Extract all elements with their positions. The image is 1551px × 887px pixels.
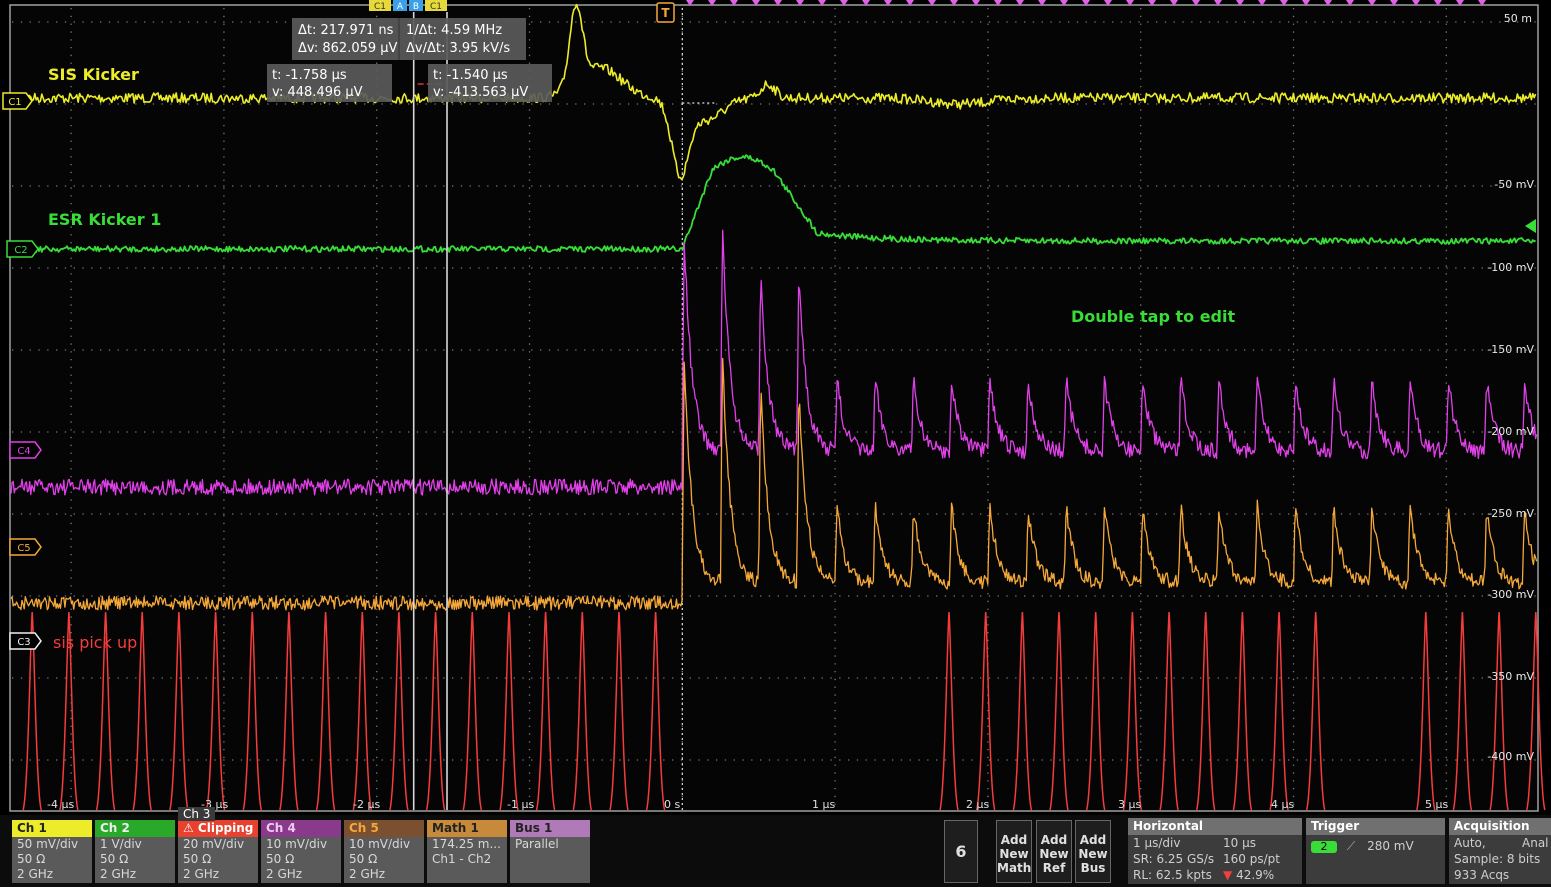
waveform-count-button[interactable]: 6 bbox=[944, 820, 978, 883]
time-label: 0 s bbox=[664, 798, 680, 811]
scale-label: -350 mV bbox=[1487, 670, 1534, 683]
cursor-b-time: t: -1.540 μs bbox=[433, 68, 508, 83]
cursor-tag-b: B bbox=[413, 2, 419, 12]
scale-label: -100 mV bbox=[1487, 261, 1534, 274]
svg-text:C2: C2 bbox=[14, 245, 27, 256]
scale-label: -200 mV bbox=[1487, 425, 1534, 438]
ch1-label[interactable]: SIS Kicker bbox=[48, 65, 139, 84]
ch1-badge[interactable]: Ch 1 50 mV/div 50 Ω2 GHz bbox=[12, 820, 92, 883]
dv-dt-readout: Δv/Δt: 3.95 kV/s bbox=[406, 41, 510, 56]
ch4-badge[interactable]: Ch 4 10 mV/div 50 Ω2 GHz bbox=[261, 820, 341, 883]
trigger-marker-label: T bbox=[661, 6, 670, 20]
waveform-area[interactable] bbox=[9, 4, 1539, 812]
warning-icon: ▼ bbox=[1223, 868, 1233, 882]
bottom-settings-bar: Ch 1 50 mV/div 50 Ω2 GHz Ch 2 1 V/div 50 Ω… bbox=[0, 807, 1551, 887]
oscilloscope-display[interactable]: T C1 A B C1 Δt: 217.971 ns Δv: 862.059 μ… bbox=[0, 0, 1551, 887]
time-label: -4 μs bbox=[47, 798, 74, 811]
edit-hint: Double tap to edit bbox=[1071, 307, 1235, 326]
svg-text:C4: C4 bbox=[17, 446, 30, 457]
scale-label: -50 mV bbox=[1494, 178, 1534, 191]
cursor-tag-c1b: C1 bbox=[430, 2, 442, 12]
svg-text:C5: C5 bbox=[17, 543, 30, 554]
cursor-readout-delta[interactable]: Δt: 217.971 ns Δv: 862.059 μV 1/Δt: 4.59… bbox=[292, 18, 526, 60]
scale-label: -150 mV bbox=[1487, 343, 1534, 356]
cursor-a-time: t: -1.758 μs bbox=[272, 68, 347, 83]
time-label: 3 μs bbox=[1118, 798, 1141, 811]
add-new-ref-button[interactable]: Add New Ref bbox=[1036, 820, 1072, 883]
cursor-a-value: v: 448.496 μV bbox=[272, 85, 363, 100]
cursor-b-value: v: -413.563 μV bbox=[433, 85, 528, 100]
ch2-offset-marker[interactable]: C2 bbox=[6, 240, 39, 258]
cursor-tag-c1a: C1 bbox=[374, 2, 386, 12]
ch5-offset-marker[interactable]: C5 bbox=[9, 538, 42, 556]
bus1-badge[interactable]: Bus 1 Parallel bbox=[510, 820, 590, 883]
time-label: 2 μs bbox=[966, 798, 989, 811]
time-label: 4 μs bbox=[1271, 798, 1294, 811]
trigger-position-marker[interactable]: T bbox=[656, 2, 675, 23]
ch2-label[interactable]: ESR Kicker 1 bbox=[48, 210, 161, 229]
ch3-offset-marker[interactable]: C3 bbox=[9, 632, 42, 650]
time-label: 1 μs bbox=[812, 798, 835, 811]
ch3-label[interactable]: sis pick up bbox=[53, 633, 137, 652]
ch5-badge[interactable]: Ch 5 10 mV/div 50 Ω2 GHz bbox=[344, 820, 424, 883]
cursor-a-readout[interactable]: t: -1.758 μs v: 448.496 μV bbox=[267, 64, 392, 102]
cursor-tag-a: A bbox=[397, 2, 404, 12]
scale-label: -300 mV bbox=[1487, 588, 1534, 601]
time-label: -1 μs bbox=[507, 798, 534, 811]
add-new-bus-button[interactable]: Add New Bus bbox=[1075, 820, 1111, 883]
add-new-math-button[interactable]: Add New Math bbox=[996, 820, 1032, 883]
svg-text:C3: C3 bbox=[17, 637, 30, 648]
rising-edge-icon: ⟋ bbox=[1346, 839, 1356, 853]
delta-t-readout: Δt: 217.971 ns bbox=[298, 23, 394, 38]
ch3-tab: Ch 3 bbox=[178, 807, 216, 821]
ch2-badge[interactable]: Ch 2 1 V/div 50 Ω2 GHz bbox=[95, 820, 175, 883]
time-label: -2 μs bbox=[353, 798, 380, 811]
ch1-offset-marker[interactable]: C1 bbox=[2, 92, 33, 110]
trigger-panel[interactable]: Trigger 2 ⟋ 280 mV bbox=[1306, 818, 1445, 884]
inverse-dt-readout: 1/Δt: 4.59 MHz bbox=[406, 23, 502, 38]
time-label: 5 μs bbox=[1425, 798, 1448, 811]
delta-v-readout: Δv: 862.059 μV bbox=[298, 41, 398, 56]
svg-text:C1: C1 bbox=[8, 97, 21, 108]
ch3-badge[interactable]: Ch 3 ⚠ Clipping 20 mV/div 50 Ω2 GHz bbox=[178, 807, 258, 883]
scale-label: 50 m bbox=[1504, 12, 1532, 25]
scale-label: -250 mV bbox=[1487, 507, 1534, 520]
scale-label: -400 mV bbox=[1487, 750, 1534, 763]
acquisition-panel[interactable]: Acquisition Auto, Anal Sample: 8 bits 933… bbox=[1449, 818, 1551, 884]
ch4-offset-marker[interactable]: C4 bbox=[9, 441, 42, 459]
math1-badge[interactable]: Math 1 174.25 m... Ch1 - Ch2 bbox=[427, 820, 507, 883]
horizontal-panel[interactable]: Horizontal 1 μs/div 10 μs SR: 6.25 GS/s 16… bbox=[1128, 818, 1302, 884]
cursor-b-readout[interactable]: t: -1.540 μs v: -413.563 μV bbox=[428, 64, 552, 102]
trigger-source: 2 bbox=[1311, 841, 1337, 853]
